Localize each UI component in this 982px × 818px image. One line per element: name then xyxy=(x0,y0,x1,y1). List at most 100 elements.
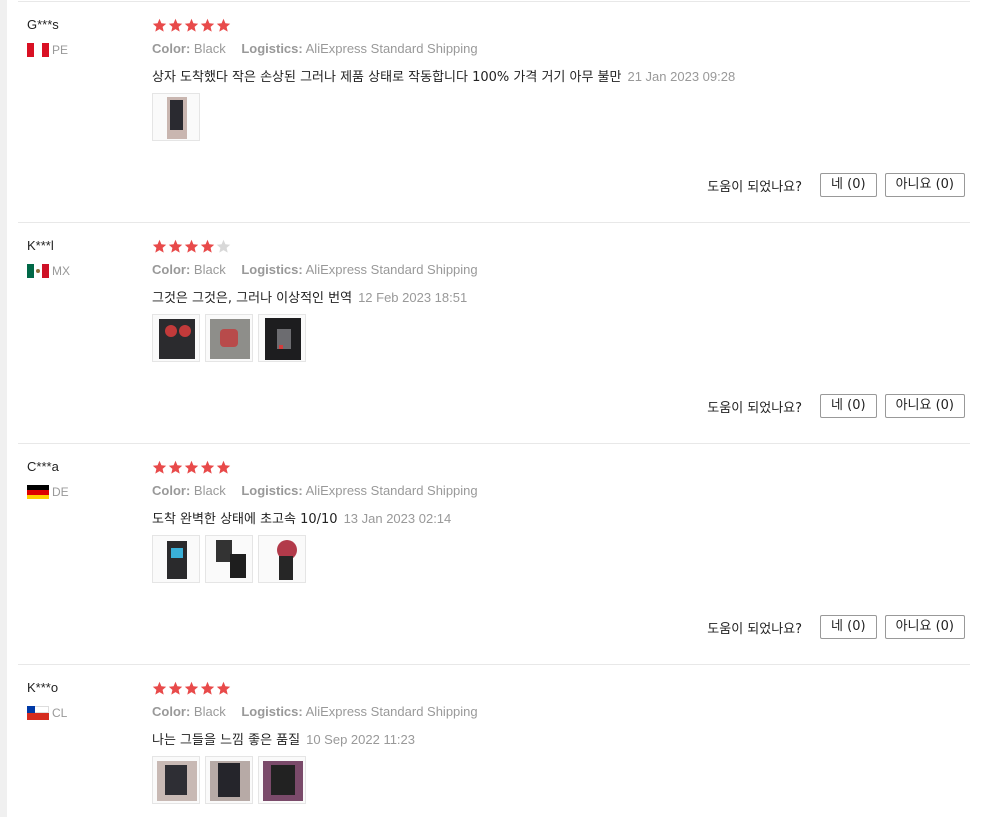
review-photos xyxy=(152,756,306,804)
color-value: Black xyxy=(193,483,226,498)
color-label: Color: xyxy=(152,483,191,498)
review-item: K***l MX Color: Black Logistics: AliExpr… xyxy=(18,222,970,444)
color-value: Black xyxy=(193,262,226,277)
review-photos xyxy=(152,535,306,583)
helpful-no-button[interactable]: 아니요 (0) xyxy=(884,394,965,418)
reviewer-name: G***s xyxy=(27,17,59,32)
reviewer-name: K***o xyxy=(27,680,59,695)
helpful-vote: 도움이 되었나요? 네 (0) 아니요 (0) xyxy=(707,394,965,418)
flag-de-icon xyxy=(27,485,49,499)
helpful-yes-button[interactable]: 네 (0) xyxy=(820,173,877,197)
star-filled-icon xyxy=(216,681,231,695)
review-meta: Color: Black Logistics: AliExpress Stand… xyxy=(152,41,478,56)
color-value: Black xyxy=(193,704,226,719)
review-photo-thumbnail[interactable] xyxy=(152,535,200,583)
star-filled-icon xyxy=(184,18,199,32)
review-date: 12 Feb 2023 18:51 xyxy=(358,290,468,305)
star-empty-icon xyxy=(216,239,231,253)
review-body: 상자 도착했다 작은 손상된 그러나 제품 상태로 작동합니다 100% 가격 … xyxy=(152,70,622,85)
country-code: DE xyxy=(52,485,69,499)
reviewer-name: C***a xyxy=(27,459,59,474)
review-item: K***o CL Color: Black Logistics: AliExpr… xyxy=(18,664,970,818)
logistics-label: Logistics: xyxy=(241,483,303,498)
helpful-question: 도움이 되었나요? xyxy=(707,621,803,637)
color-label: Color: xyxy=(152,704,191,719)
star-filled-icon xyxy=(152,239,167,253)
helpful-vote: 도움이 되었나요? 네 (0) 아니요 (0) xyxy=(707,173,965,197)
reviewer-country: DE xyxy=(27,485,69,499)
left-scroll-gutter xyxy=(0,0,7,817)
rating-stars xyxy=(152,18,231,33)
color-label: Color: xyxy=(152,262,191,277)
star-filled-icon xyxy=(216,18,231,32)
review-photo-thumbnail[interactable] xyxy=(205,314,253,362)
rating-stars xyxy=(152,460,231,475)
review-photo-thumbnail[interactable] xyxy=(152,93,200,141)
star-filled-icon xyxy=(200,239,215,253)
review-photo-thumbnail[interactable] xyxy=(258,756,306,804)
star-filled-icon xyxy=(168,18,183,32)
star-filled-icon xyxy=(168,681,183,695)
review-date: 13 Jan 2023 02:14 xyxy=(343,511,452,526)
star-filled-icon xyxy=(168,460,183,474)
reviewer-name: K***l xyxy=(27,238,54,253)
country-code: CL xyxy=(52,706,68,720)
rating-stars xyxy=(152,681,231,696)
review-photos xyxy=(152,314,306,362)
helpful-no-button[interactable]: 아니요 (0) xyxy=(884,173,965,197)
review-body: 도착 완벽한 상태에 초고속 10/10 xyxy=(152,512,338,527)
reviewer-country: CL xyxy=(27,706,67,720)
reviewer-country: MX xyxy=(27,264,70,278)
helpful-vote: 도움이 되었나요? 네 (0) 아니요 (0) xyxy=(707,615,965,639)
review-photo-thumbnail[interactable] xyxy=(205,756,253,804)
logistics-label: Logistics: xyxy=(241,704,303,719)
helpful-question: 도움이 되었나요? xyxy=(707,400,803,416)
logistics-label: Logistics: xyxy=(241,262,303,277)
star-filled-icon xyxy=(184,681,199,695)
logistics-value: AliExpress Standard Shipping xyxy=(305,41,478,56)
review-text: 상자 도착했다 작은 손상된 그러나 제품 상태로 작동합니다 100% 가격 … xyxy=(152,66,735,85)
review-meta: Color: Black Logistics: AliExpress Stand… xyxy=(152,262,478,277)
helpful-yes-button[interactable]: 네 (0) xyxy=(820,615,877,639)
logistics-value: AliExpress Standard Shipping xyxy=(305,262,478,277)
review-item: G***s PE Color: Black Logistics: AliExpr… xyxy=(18,1,970,223)
country-code: MX xyxy=(52,264,70,278)
star-filled-icon xyxy=(152,18,167,32)
helpful-question: 도움이 되었나요? xyxy=(707,179,803,195)
flag-pe-icon xyxy=(27,43,49,57)
review-text: 그것은 그것은, 그러나 이상적인 번역 12 Feb 2023 18:51 xyxy=(152,287,467,306)
review-photo-thumbnail[interactable] xyxy=(152,314,200,362)
star-filled-icon xyxy=(152,460,167,474)
flag-mx-icon xyxy=(27,264,49,278)
star-filled-icon xyxy=(184,239,199,253)
country-code: PE xyxy=(52,43,69,57)
rating-stars xyxy=(152,239,231,254)
star-filled-icon xyxy=(200,681,215,695)
star-filled-icon xyxy=(168,239,183,253)
review-photo-thumbnail[interactable] xyxy=(258,314,306,362)
star-filled-icon xyxy=(200,460,215,474)
color-value: Black xyxy=(193,41,226,56)
review-photo-thumbnail[interactable] xyxy=(205,535,253,583)
review-meta: Color: Black Logistics: AliExpress Stand… xyxy=(152,704,478,719)
review-item: C***a DE Color: Black Logistics: AliExpr… xyxy=(18,443,970,665)
review-date: 21 Jan 2023 09:28 xyxy=(627,69,736,84)
review-body: 그것은 그것은, 그러나 이상적인 번역 xyxy=(152,291,353,306)
star-filled-icon xyxy=(184,460,199,474)
logistics-label: Logistics: xyxy=(241,41,303,56)
review-meta: Color: Black Logistics: AliExpress Stand… xyxy=(152,483,478,498)
review-photo-thumbnail[interactable] xyxy=(152,756,200,804)
helpful-yes-button[interactable]: 네 (0) xyxy=(820,394,877,418)
color-label: Color: xyxy=(152,41,191,56)
star-filled-icon xyxy=(152,681,167,695)
reviewer-country: PE xyxy=(27,43,68,57)
review-text: 나는 그들을 느낌 좋은 품질 10 Sep 2022 11:23 xyxy=(152,729,415,748)
review-body: 나는 그들을 느낌 좋은 품질 xyxy=(152,733,301,748)
star-filled-icon xyxy=(200,18,215,32)
review-photo-thumbnail[interactable] xyxy=(258,535,306,583)
review-date: 10 Sep 2022 11:23 xyxy=(306,732,416,747)
helpful-no-button[interactable]: 아니요 (0) xyxy=(884,615,965,639)
review-photos xyxy=(152,93,200,141)
review-text: 도착 완벽한 상태에 초고속 10/10 13 Jan 2023 02:14 xyxy=(152,508,451,527)
star-filled-icon xyxy=(216,460,231,474)
